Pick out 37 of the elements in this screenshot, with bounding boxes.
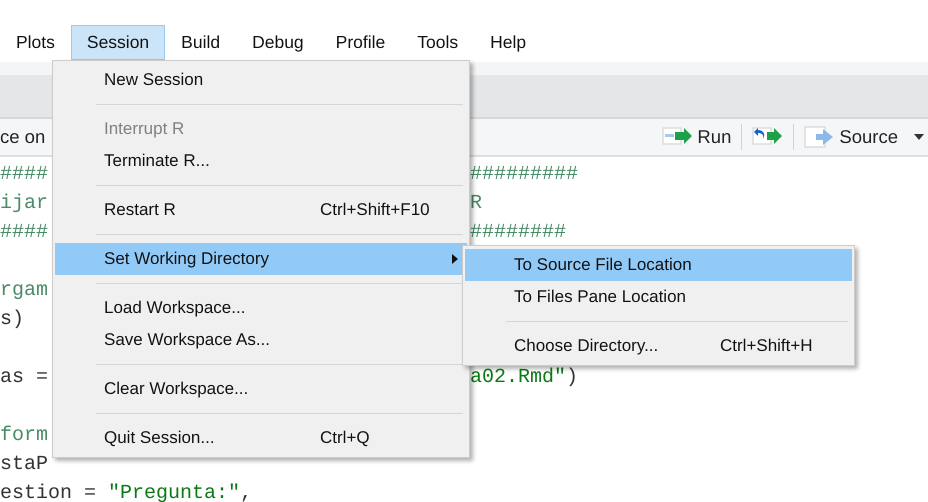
menu-item[interactable]: Choose Directory... Ctrl+Shift+H (465, 330, 852, 362)
menu-item[interactable]: Terminate R... (55, 145, 467, 177)
shortcut-label: Ctrl+Shift+F10 (320, 200, 431, 220)
code-text: form (0, 424, 48, 447)
code-text: ######## (470, 221, 566, 244)
page-arrow-icon (804, 125, 836, 149)
shortcut-label: Ctrl+Q (320, 428, 371, 448)
caret-icon[interactable] (914, 134, 924, 140)
code-text: estion = "Pregunta:", (0, 482, 252, 502)
run-button[interactable]: Run (658, 122, 736, 152)
menu-item[interactable]: Tools (401, 25, 474, 60)
menu-item[interactable]: Help (474, 25, 542, 60)
code-text: staP (0, 453, 48, 476)
menu-item[interactable]: Profile (320, 25, 402, 60)
source-button[interactable]: Source (800, 122, 902, 152)
menu-item[interactable]: Quit Session... Ctrl+Q (55, 422, 467, 454)
code-text: ######### (470, 163, 578, 186)
code-text: s) (0, 308, 24, 331)
toolbar-label: ce on (0, 126, 46, 148)
menu-item[interactable]: Session (70, 25, 166, 60)
menu-item[interactable]: Restart R Ctrl+Shift+F10 (55, 194, 467, 226)
code-text: #### (0, 221, 48, 244)
menu-item[interactable]: Set Working Directory (55, 243, 467, 275)
submenu-arrow-icon (452, 254, 458, 264)
menu-item[interactable]: To Source File Location (465, 249, 852, 281)
code-text: rgam (0, 279, 48, 302)
menu-item[interactable]: Clear Workspace... (55, 373, 467, 405)
menu-item[interactable]: To Files Pane Location (465, 281, 852, 313)
shortcut-label: Ctrl+Shift+H (720, 336, 814, 356)
menu-item[interactable]: Build (165, 25, 236, 60)
menu-item[interactable]: Debug (236, 25, 320, 60)
code-text: #### (0, 163, 48, 186)
code-text: as = (0, 366, 48, 389)
menu-item[interactable]: Plots (0, 25, 71, 60)
code-text: ijar (0, 192, 48, 215)
code-text: R (470, 192, 482, 215)
code-text: a02.Rmd") (470, 366, 578, 389)
